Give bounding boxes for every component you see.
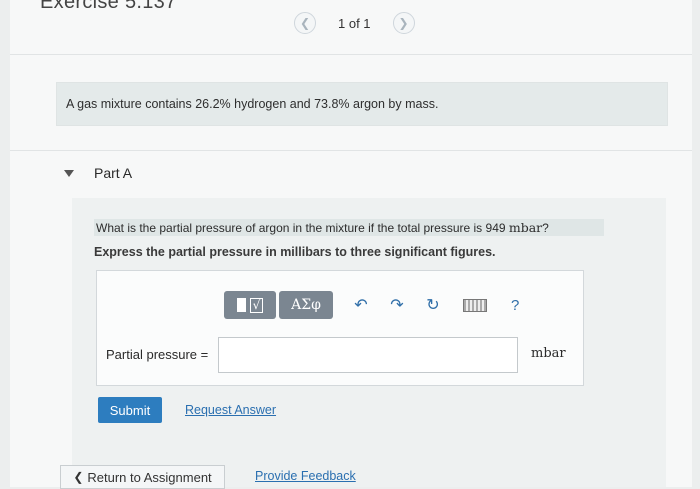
square-root-icon: √ <box>249 297 264 313</box>
problem-statement: A gas mixture contains 26.2% hydrogen an… <box>56 82 668 126</box>
next-item-button[interactable]: ❯ <box>392 12 415 34</box>
part-label: Part A <box>94 165 133 181</box>
previous-item-button[interactable]: ❮ <box>294 12 316 34</box>
question-text: What is the partial pressure of argon in… <box>94 219 604 236</box>
redo-icon[interactable]: ↷ <box>389 295 405 315</box>
question-prefix: What is the partial pressure of argon in… <box>96 221 509 235</box>
chevron-left-icon: ❮ <box>299 16 311 30</box>
problem-text: A gas mixture contains 26.2% hydrogen an… <box>66 97 439 111</box>
math-toolbar: √ ΑΣφ ↶ ↷ ↻ ? <box>224 290 519 320</box>
return-label: Return to Assignment <box>87 469 212 485</box>
divider <box>10 54 692 55</box>
divider <box>10 150 692 151</box>
templates-button[interactable]: √ <box>224 291 276 319</box>
partial-pressure-input[interactable] <box>218 337 518 373</box>
undo-icon[interactable]: ↶ <box>353 295 369 315</box>
return-to-assignment-button[interactable]: ❮ Return to Assignment <box>60 465 225 489</box>
question-unit: mbar <box>508 220 543 235</box>
provide-feedback-link[interactable]: Provide Feedback <box>255 469 356 483</box>
instruction-text: Express the partial pressure in millibar… <box>94 245 496 259</box>
chevron-left-icon: ❮ <box>73 470 84 484</box>
template-box-icon <box>236 298 246 312</box>
submit-button[interactable]: Submit <box>98 397 162 423</box>
symbols-button[interactable]: ΑΣφ <box>279 291 333 319</box>
keyboard-icon[interactable] <box>463 298 487 312</box>
question-suffix: ? <box>542 221 549 235</box>
part-a-toggle[interactable]: Part A <box>64 165 132 181</box>
answer-label: Partial pressure = <box>106 347 209 362</box>
exercise-title: Exercise 5.137 <box>40 0 177 13</box>
caret-down-icon <box>64 169 74 177</box>
request-answer-link[interactable]: Request Answer <box>185 403 276 417</box>
help-icon[interactable]: ? <box>511 297 519 314</box>
chevron-right-icon: ❯ <box>398 16 409 30</box>
pager-text: 1 of 1 <box>338 15 371 31</box>
answer-unit: mbar <box>531 346 566 361</box>
reset-icon[interactable]: ↻ <box>425 295 441 315</box>
pager: ❮ 1 of 1 ❯ <box>294 12 415 34</box>
